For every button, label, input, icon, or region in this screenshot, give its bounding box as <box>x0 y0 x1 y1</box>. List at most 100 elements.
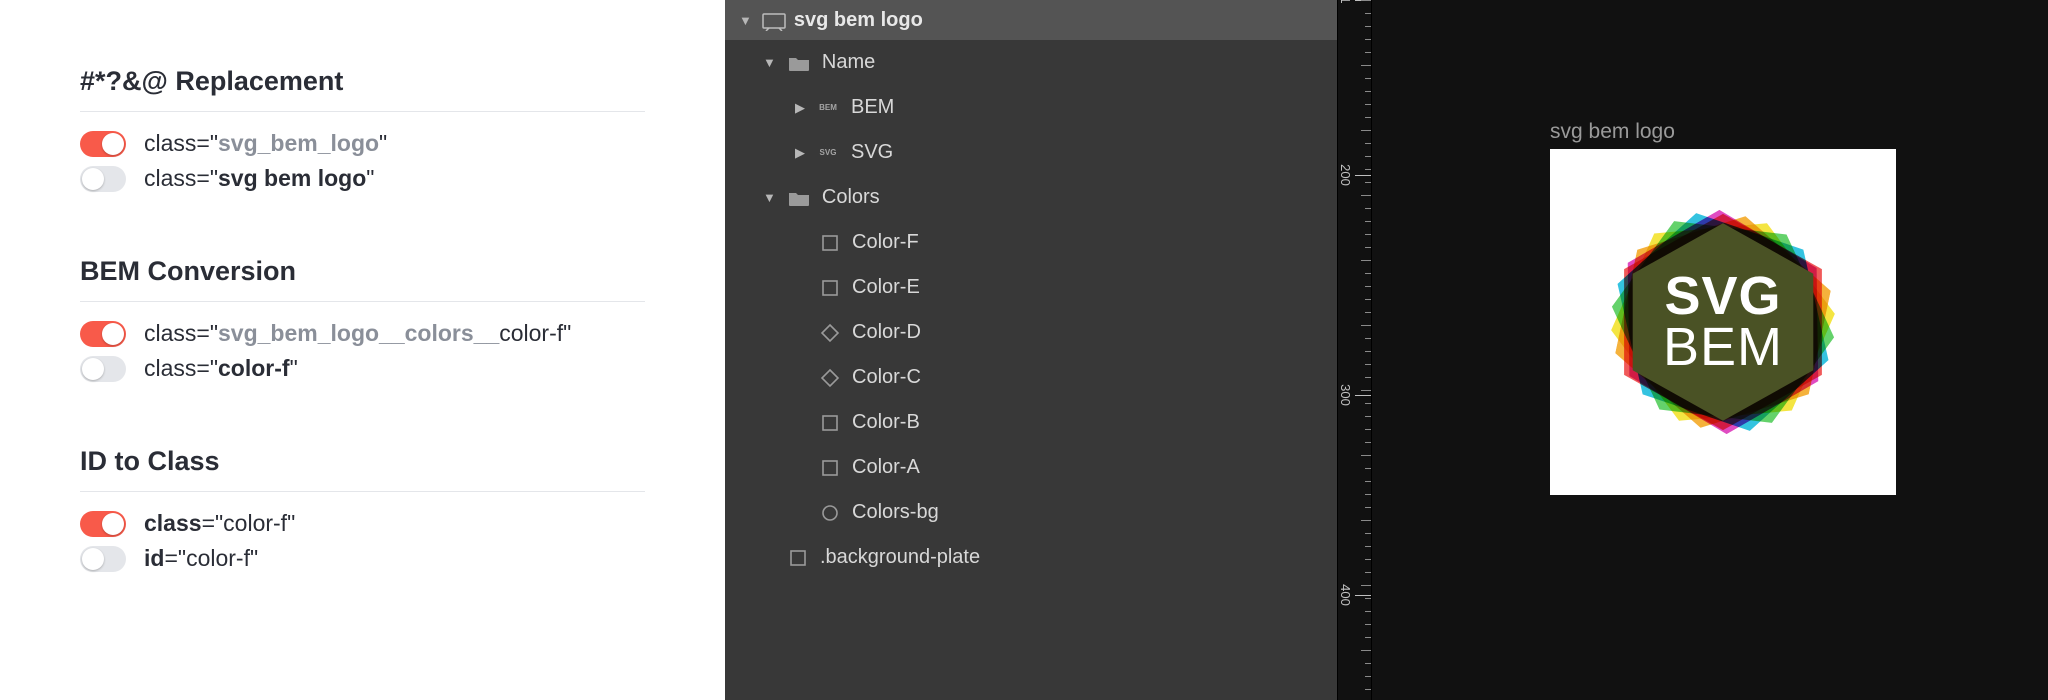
toggle-replacement-off[interactable] <box>80 166 126 192</box>
label-tail: color-f <box>499 320 563 346</box>
disclosure-triangle-icon[interactable] <box>795 100 805 116</box>
section-title-replacement: #*?&@ Replacement <box>80 66 645 97</box>
option-label: class="svg_bem_logo__colors__color-f" <box>144 320 571 347</box>
ruler-label: 400 <box>1338 584 1353 606</box>
option-row: class="svg_bem_logo" <box>80 130 645 157</box>
tree-item-color[interactable]: Colors-bg <box>725 490 1337 535</box>
label-suffix: " <box>287 510 295 536</box>
tree-item-svg[interactable]: SVG SVG <box>725 130 1337 175</box>
layers-panel: svg bem logo Name BEM BEM SVG SVG Colors… <box>725 0 1337 700</box>
section-title-idclass: ID to Class <box>80 446 645 477</box>
toggle-bem-on[interactable] <box>80 321 126 347</box>
logo: SVG BEM <box>1550 149 1896 495</box>
tree-item-color[interactable]: Color-C <box>725 355 1337 400</box>
disclosure-triangle-icon[interactable] <box>795 145 805 161</box>
layer-badge-icon: SVG <box>817 148 839 157</box>
tree-folder-label: Name <box>822 51 875 74</box>
divider <box>80 111 645 112</box>
tree-item-label: Color-B <box>852 411 920 434</box>
tree-root-label: svg bem logo <box>794 9 923 32</box>
label-strong: color-f <box>218 355 290 381</box>
layer-badge-icon: BEM <box>817 103 839 112</box>
disclosure-triangle-icon[interactable] <box>739 13 752 28</box>
toggle-bem-off[interactable] <box>80 356 126 382</box>
toggle-idclass-on[interactable] <box>80 511 126 537</box>
tree-folder-name[interactable]: Name <box>725 40 1337 85</box>
tree-item-color[interactable]: Color-A <box>725 445 1337 490</box>
folder-icon <box>788 189 810 207</box>
tree-item-bem[interactable]: BEM BEM <box>725 85 1337 130</box>
vertical-ruler: 1 200 300 400 <box>1337 0 1372 700</box>
tree-item-color[interactable]: Color-B <box>725 400 1337 445</box>
shape-layer-icon <box>820 233 840 253</box>
tree-item-label: Color-D <box>852 321 921 344</box>
option-row: class="color-f" <box>80 510 645 537</box>
disclosure-triangle-icon[interactable] <box>763 190 776 205</box>
label-prefix: class=" <box>144 320 218 346</box>
tree-item-label: .background-plate <box>820 546 980 569</box>
canvas-area[interactable]: svg bem logo SVG BEM <box>1372 0 2048 700</box>
artboard[interactable]: SVG BEM <box>1550 149 1896 495</box>
tree-item-label: Color-C <box>852 366 921 389</box>
label-dim: svg_bem_logo__colors__ <box>218 320 499 346</box>
label-dim: svg_bem_logo <box>218 130 379 156</box>
tree-folder-label: Colors <box>822 186 880 209</box>
option-label: class="color-f" <box>144 510 295 537</box>
option-row: id="color-f" <box>80 545 645 572</box>
tree-item-bgplate[interactable]: .background-plate <box>725 535 1337 580</box>
settings-panel: #*?&@ Replacement class="svg_bem_logo" c… <box>0 0 725 700</box>
shape-layer-icon <box>820 413 840 433</box>
tree-item-label: Colors-bg <box>852 501 939 524</box>
option-label: class="svg_bem_logo" <box>144 130 387 157</box>
label-val: color-f <box>186 545 250 571</box>
tree-item-color[interactable]: Color-E <box>725 265 1337 310</box>
shape-layer-icon <box>820 323 840 343</box>
shape-layer-icon <box>820 458 840 478</box>
tree-root[interactable]: svg bem logo <box>725 0 1337 40</box>
tree-item-label: Color-E <box>852 276 920 299</box>
divider <box>80 491 645 492</box>
label-strong: svg bem logo <box>218 165 366 191</box>
shape-layer-icon <box>820 368 840 388</box>
option-label: class="svg bem logo" <box>144 165 374 192</box>
divider <box>80 301 645 302</box>
tree-item-label: Color-F <box>852 231 919 254</box>
ruler-label: 200 <box>1338 164 1353 186</box>
option-row: class="svg_bem_logo__colors__color-f" <box>80 320 645 347</box>
section-title-bem: BEM Conversion <box>80 256 645 287</box>
option-row: class="svg bem logo" <box>80 165 645 192</box>
label-prefix: class=" <box>144 355 218 381</box>
tree-item-label: BEM <box>851 96 894 119</box>
label-prefix: class=" <box>144 130 218 156</box>
tree-item-label: Color-A <box>852 456 920 479</box>
tree-item-label: SVG <box>851 141 893 164</box>
label-suffix: " <box>563 320 571 346</box>
artboard-icon <box>762 11 784 29</box>
label-suffix: " <box>366 165 374 191</box>
shape-layer-icon <box>820 278 840 298</box>
shape-layer-icon <box>820 503 840 523</box>
option-row: class="color-f" <box>80 355 645 382</box>
toggle-replacement-on[interactable] <box>80 131 126 157</box>
artboard-title[interactable]: svg bem logo <box>1550 120 1675 144</box>
logo-text-svg: SVG <box>1664 271 1781 322</box>
tree-item-color[interactable]: Color-F <box>725 220 1337 265</box>
option-label: id="color-f" <box>144 545 258 572</box>
label-suffix: " <box>290 355 298 381</box>
label-prefix: class=" <box>144 165 218 191</box>
ruler-label: 300 <box>1338 384 1353 406</box>
label-attr: id <box>144 545 164 571</box>
label-attr: class <box>144 510 202 536</box>
folder-icon <box>788 54 810 72</box>
label-val: color-f <box>223 510 287 536</box>
tree-item-color[interactable]: Color-D <box>725 310 1337 355</box>
label-suffix: " <box>250 545 258 571</box>
logo-text-bem: BEM <box>1663 322 1783 373</box>
option-label: class="color-f" <box>144 355 298 382</box>
toggle-idclass-off[interactable] <box>80 546 126 572</box>
disclosure-triangle-icon[interactable] <box>763 55 776 70</box>
shape-layer-icon <box>788 548 808 568</box>
ruler-label: 1 <box>1338 0 1353 4</box>
label-eq: =" <box>164 545 186 571</box>
tree-folder-colors[interactable]: Colors <box>725 175 1337 220</box>
